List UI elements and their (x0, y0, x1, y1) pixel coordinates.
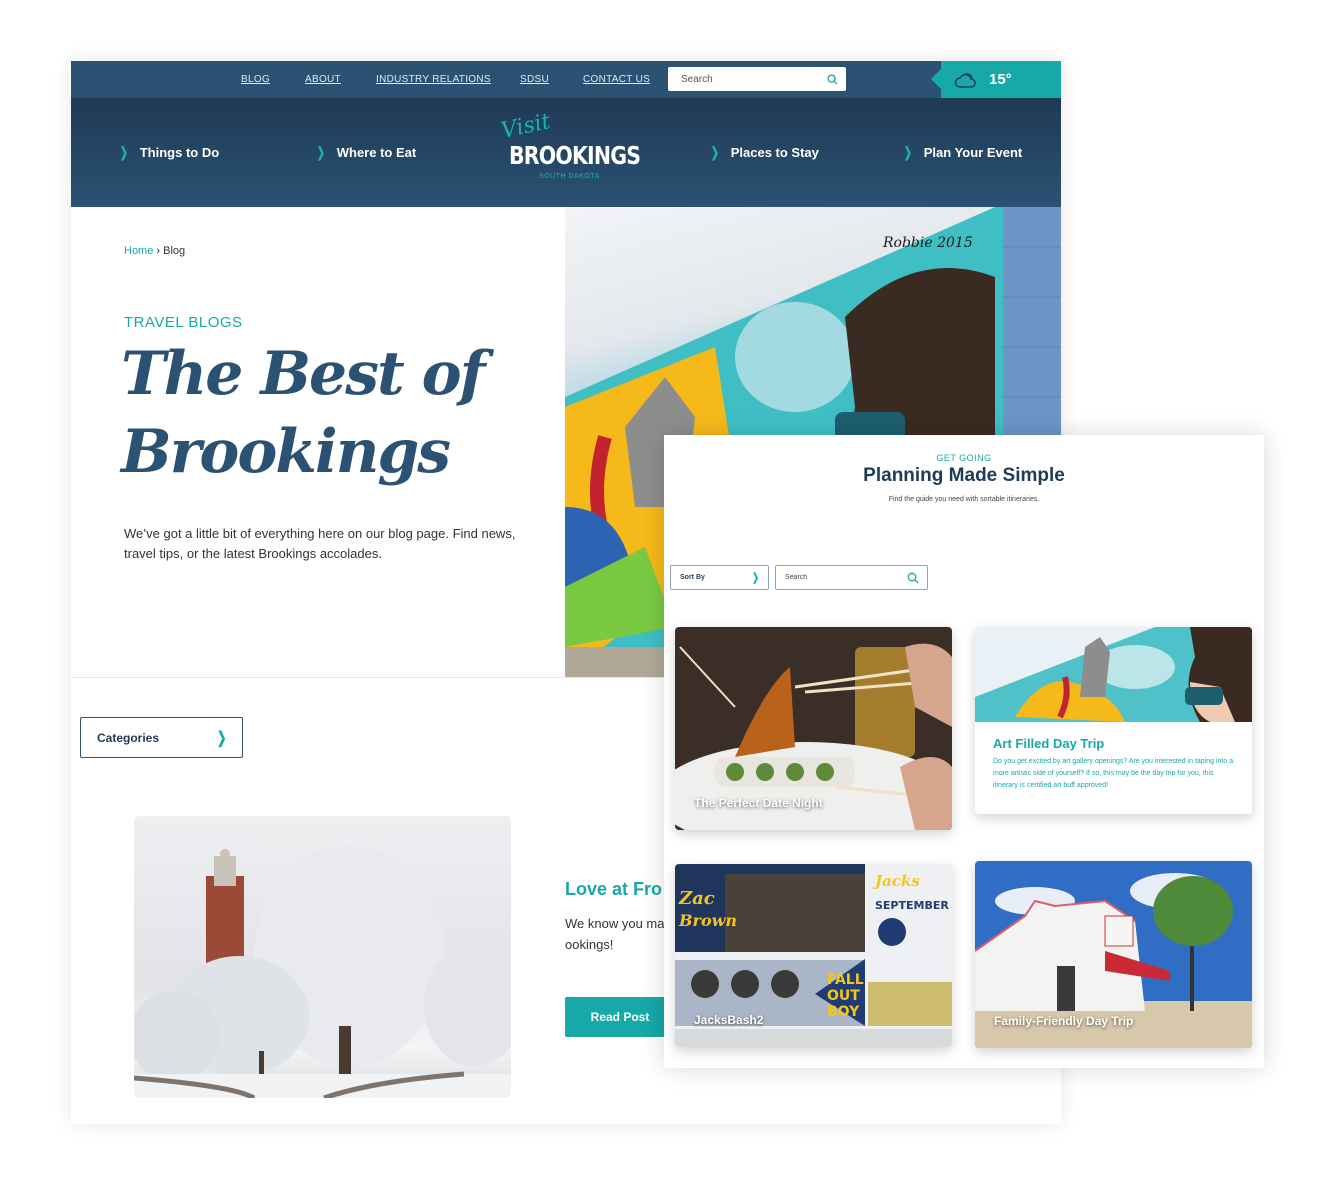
itinerary-card-art-filled[interactable]: Art Filled Day Trip Do you get excited b… (975, 627, 1252, 814)
page-title: The Best of Brookings (121, 339, 485, 487)
itinerary-panel-mockup: GET GOING Planning Made Simple Find the … (664, 435, 1264, 1068)
svg-text:BOY: BOY (827, 1004, 860, 1020)
nav-label: Places to Stay (730, 145, 819, 160)
util-link-industry-relations[interactable]: INDUSTRY RELATIONS (376, 74, 491, 85)
card-title: Family-Friendly Day Trip (994, 1014, 1134, 1028)
read-post-button[interactable]: Read Post (565, 997, 675, 1037)
breadcrumb-current: Blog (163, 245, 186, 257)
sort-by-label: Sort By (680, 574, 705, 581)
search-icon[interactable] (907, 572, 919, 584)
itinerary-search-input[interactable] (785, 574, 907, 581)
featured-post-photo[interactable] (134, 816, 511, 1098)
card-body: Art Filled Day Trip Do you get excited b… (975, 722, 1252, 792)
nav-label: Plan Your Event (923, 145, 1023, 160)
itinerary-search (775, 565, 928, 590)
util-link-blog[interactable]: BLOG (241, 74, 270, 85)
cloud-icon (954, 72, 976, 88)
nav-where-to-eat[interactable]: ❯ Where to Eat (315, 144, 416, 161)
svg-text:OUT: OUT (827, 988, 860, 1004)
hero-eyebrow: TRAVEL BLOGS (124, 314, 243, 331)
card-description: Do you get excited by art gallery openin… (993, 758, 1234, 789)
svg-text:Brown: Brown (678, 911, 737, 930)
card-title: The Perfect Date Night (694, 796, 823, 810)
breadcrumb-home[interactable]: Home (124, 245, 153, 257)
svg-text:SEPTEMBER: SEPTEMBER (875, 899, 949, 912)
chevron-right-icon: ❯ (119, 144, 128, 160)
svg-text:Jacks: Jacks (872, 872, 920, 890)
nav-places-to-stay[interactable]: ❯ Places to Stay (709, 144, 819, 161)
nav-label: Things to Do (139, 145, 220, 160)
featured-post-title[interactable]: Love at Fro (565, 879, 662, 900)
card-title: JacksBash2 (694, 1013, 764, 1027)
itinerary-card-family-friendly[interactable]: Family-Friendly Day Trip (975, 861, 1252, 1048)
visit-brookings-logo[interactable]: Visit BROOKINGS SOUTH DAKOTA (499, 109, 641, 194)
site-search-input[interactable] (681, 73, 827, 85)
hero-description: We’ve got a little bit of everything her… (124, 526, 516, 561)
search-icon[interactable] (827, 73, 838, 85)
itinerary-card-date-night[interactable]: The Perfect Date Night (675, 627, 952, 830)
util-link-about[interactable]: ABOUT (305, 74, 341, 85)
logo-script: Visit (498, 109, 553, 144)
panel-title: Planning Made Simple (863, 465, 1065, 486)
weather-widget: 15° (931, 61, 1061, 98)
itinerary-card-jacksbash[interactable]: Zac Brown FALL OUT BOY Jacks SEPTEMBER J… (675, 864, 952, 1047)
campanile-winter-illustration (134, 846, 511, 1098)
sort-by-dropdown[interactable]: Sort By ❯ (670, 565, 769, 590)
panel-eyebrow: GET GOING (936, 453, 992, 463)
panel-subtitle: Find the guide you need with sortable it… (888, 496, 1040, 503)
breadcrumb: Home › Blog (124, 245, 185, 257)
logo-subtitle: SOUTH DAKOTA (539, 173, 600, 180)
chevron-right-icon: ❯ (752, 572, 759, 584)
chevron-right-icon: ❯ (316, 144, 325, 160)
categories-dropdown[interactable]: Categories ❯ (80, 717, 243, 758)
utility-bar: BLOG ABOUT INDUSTRY RELATIONS SDSU CONTA… (71, 61, 1061, 98)
logo-name: BROOKINGS (509, 141, 641, 170)
svg-text:FALL: FALL (827, 972, 864, 988)
chevron-right-icon: ❯ (903, 144, 912, 160)
main-nav: ❯ Things to Do ❯ Where to Eat Visit BROO… (71, 98, 1061, 207)
site-search (668, 67, 846, 91)
util-link-sdsu[interactable]: SDSU (520, 74, 549, 85)
svg-text:Robbie 2015: Robbie 2015 (882, 235, 973, 251)
nav-plan-your-event[interactable]: ❯ Plan Your Event (902, 144, 1022, 161)
breadcrumb-separator: › (156, 245, 161, 257)
categories-label: Categories (97, 730, 160, 745)
weather-temperature: 15° (989, 71, 1012, 88)
chevron-right-icon: ❯ (216, 729, 226, 747)
svg-text:Zac: Zac (678, 888, 715, 909)
nav-things-to-do[interactable]: ❯ Things to Do (118, 144, 219, 161)
nav-label: Where to Eat (336, 145, 417, 160)
chevron-right-icon: ❯ (710, 144, 719, 160)
util-link-contact-us[interactable]: CONTACT US (583, 74, 650, 85)
card-title: Art Filled Day Trip (993, 736, 1105, 751)
hero-section: Home › Blog TRAVEL BLOGS The Best of Bro… (71, 207, 565, 677)
mural-thumbnail (975, 627, 1252, 722)
